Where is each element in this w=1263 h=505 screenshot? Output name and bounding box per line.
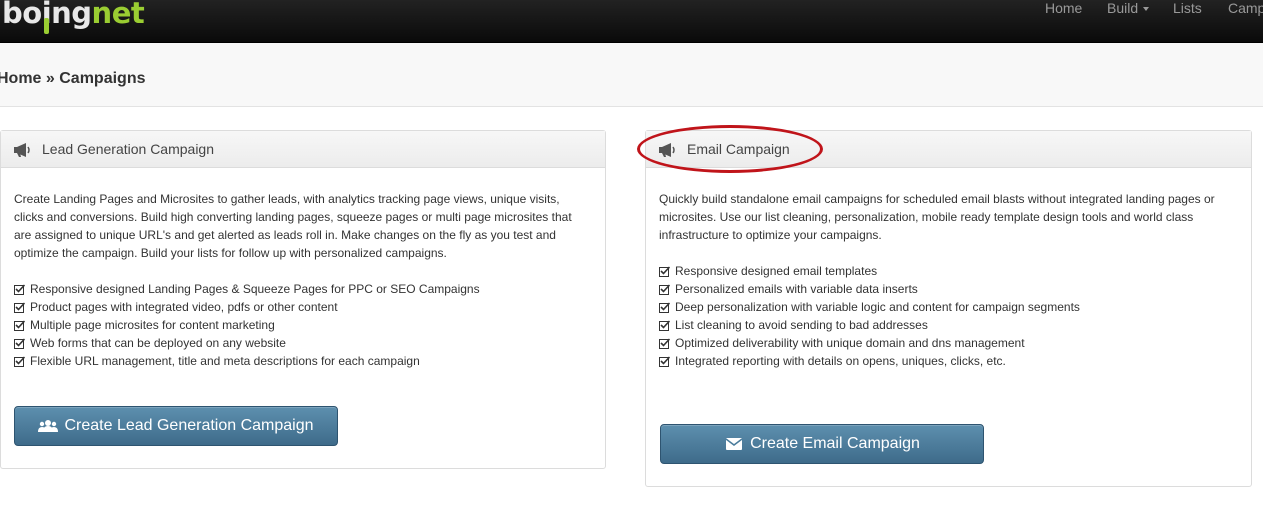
feature-text: Responsive designed email templates: [675, 264, 878, 278]
checkbox-checked-icon: [14, 284, 25, 295]
nav-campaigns[interactable]: Camp: [1228, 0, 1263, 16]
feature-text: Flexible URL management, title and meta …: [30, 354, 420, 368]
list-item: Responsive designed Landing Pages & Sque…: [14, 280, 592, 298]
logo-text-net: net: [91, 0, 145, 30]
feature-text: Integrated reporting with details on ope…: [675, 354, 1006, 368]
panel-heading: Lead Generation Campaign: [1, 131, 605, 168]
list-item: Flexible URL management, title and meta …: [14, 352, 592, 370]
nav-home[interactable]: Home: [1045, 0, 1082, 16]
feature-text: List cleaning to avoid sending to bad ad…: [675, 318, 928, 332]
checkbox-checked-icon: [659, 266, 670, 277]
bullhorn-icon: [14, 143, 30, 157]
checkbox-checked-icon: [659, 338, 670, 349]
checkbox-checked-icon: [659, 356, 670, 367]
checkbox-checked-icon: [14, 302, 25, 313]
list-item: Integrated reporting with details on ope…: [659, 352, 1238, 370]
annotation-ellipse: [637, 125, 823, 173]
envelope-icon: [725, 438, 743, 450]
feature-text: Personalized emails with variable data i…: [675, 282, 918, 296]
logo-text-i: i: [42, 0, 52, 34]
feature-list: Responsive designed email templates Pers…: [659, 262, 1238, 370]
panel-description: Create Landing Pages and Microsites to g…: [14, 192, 572, 260]
page-header: Home » Campaigns: [0, 43, 1263, 107]
chevron-down-icon: [1143, 7, 1150, 12]
checkbox-checked-icon: [14, 338, 25, 349]
breadcrumb: Home » Campaigns: [0, 70, 146, 87]
list-item: Optimized deliverability with unique dom…: [659, 334, 1238, 352]
panel-description: Quickly build standalone email campaigns…: [659, 192, 1215, 242]
list-item: Web forms that can be deployed on any we…: [14, 334, 592, 352]
button-label: Create Lead Generation Campaign: [64, 417, 314, 434]
feature-list: Responsive designed Landing Pages & Sque…: [14, 280, 592, 370]
checkbox-checked-icon: [659, 302, 670, 313]
feature-text: Product pages with integrated video, pdf…: [30, 300, 338, 314]
nav-build-label: Build: [1107, 0, 1139, 16]
feature-text: Responsive designed Landing Pages & Sque…: [30, 282, 480, 296]
list-item: Deep personalization with variable logic…: [659, 298, 1238, 316]
top-navbar: boingnet Home Build Lists Camp: [0, 0, 1263, 43]
list-item: List cleaning to avoid sending to bad ad…: [659, 316, 1238, 334]
feature-text: Optimized deliverability with unique dom…: [675, 336, 1025, 350]
checkbox-checked-icon: [659, 320, 670, 331]
list-item: Multiple page microsites for content mar…: [14, 316, 592, 334]
checkbox-checked-icon: [14, 356, 25, 367]
logo-text-bo: bo: [2, 0, 42, 30]
feature-text: Multiple page microsites for content mar…: [30, 318, 275, 332]
panel-body: Create Landing Pages and Microsites to g…: [1, 190, 605, 370]
panel-title: Lead Generation Campaign: [42, 141, 215, 157]
users-icon: [38, 420, 59, 432]
create-lead-generation-campaign-button[interactable]: Create Lead Generation Campaign: [14, 406, 338, 446]
logo-text-ng: ng: [51, 0, 92, 30]
list-item: Personalized emails with variable data i…: [659, 280, 1238, 298]
list-item: Product pages with integrated video, pdf…: [14, 298, 592, 316]
create-email-campaign-button[interactable]: Create Email Campaign: [660, 424, 984, 464]
checkbox-checked-icon: [14, 320, 25, 331]
list-item: Responsive designed email templates: [659, 262, 1238, 280]
checkbox-checked-icon: [659, 284, 670, 295]
panel-body: Quickly build standalone email campaigns…: [646, 190, 1251, 370]
brand-logo[interactable]: boingnet: [2, 0, 145, 36]
feature-text: Web forms that can be deployed on any we…: [30, 336, 286, 350]
nav-build[interactable]: Build: [1107, 0, 1150, 16]
nav-lists[interactable]: Lists: [1173, 0, 1202, 16]
feature-text: Deep personalization with variable logic…: [675, 300, 1080, 314]
button-label: Create Email Campaign: [750, 435, 920, 452]
